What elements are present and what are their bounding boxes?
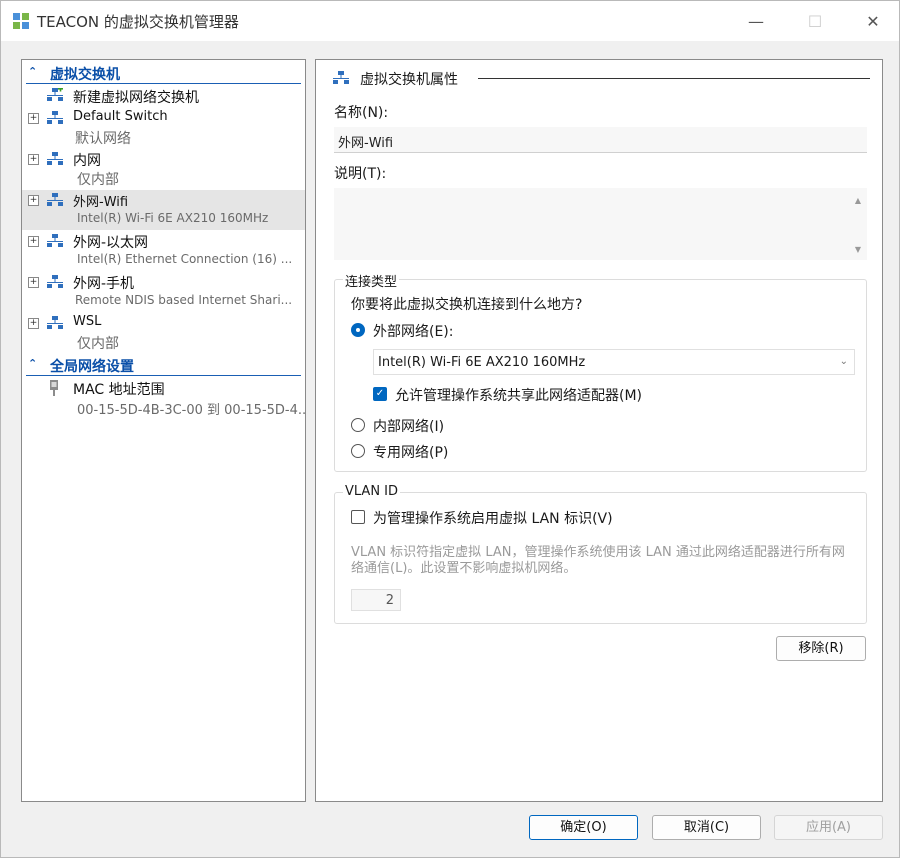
- ok-button[interactable]: 确定(O): [529, 815, 638, 840]
- maximize-button[interactable]: ☐: [803, 9, 827, 33]
- switch-item-wsl[interactable]: + WSL 仅内部: [22, 313, 305, 353]
- switch-subtitle: Intel(R) Wi-Fi 6E AX210 160MHz: [77, 211, 269, 225]
- network-switch-icon: [47, 111, 63, 124]
- name-label: 名称(N):: [334, 105, 389, 121]
- cancel-button[interactable]: 取消(C): [652, 815, 761, 840]
- switch-item-default[interactable]: + Default Switch 默认网络: [22, 108, 305, 148]
- private-network-label[interactable]: 专用网络(P): [373, 442, 448, 462]
- remove-button[interactable]: 移除(R): [776, 636, 866, 661]
- switch-name: 外网-以太网: [73, 235, 149, 251]
- vlan-group: VLAN ID 为管理操作系统启用虚拟 LAN 标识(V) VLAN 标识符指定…: [334, 484, 867, 624]
- global-settings-header[interactable]: ⌃ 全局网络设置: [26, 355, 301, 376]
- collapse-chevron-icon[interactable]: ⌃: [28, 65, 37, 78]
- expand-icon[interactable]: +: [28, 277, 39, 288]
- switch-subtitle: Intel(R) Ethernet Connection (16) ...: [77, 252, 293, 266]
- vlan-id-input[interactable]: 2: [351, 589, 401, 611]
- scroll-up-icon[interactable]: ▲: [855, 196, 861, 205]
- internal-network-radio[interactable]: [351, 418, 365, 432]
- window: TEACON 的虚拟交换机管理器 — ☐ ✕ ⌃ 虚拟交换机 新建虚拟网络交换机…: [0, 0, 900, 858]
- adapter-select[interactable]: Intel(R) Wi-Fi 6E AX210 160MHz ⌄: [373, 349, 855, 375]
- allow-share-checkbox[interactable]: ✓: [373, 387, 387, 401]
- virtual-switches-header[interactable]: ⌃ 虚拟交换机: [26, 63, 301, 84]
- window-title: TEACON 的虚拟交换机管理器: [37, 13, 239, 31]
- connection-type-title: 连接类型: [343, 271, 400, 290]
- title-bar: TEACON 的虚拟交换机管理器 — ☐ ✕: [1, 1, 899, 41]
- switch-subtitle: Remote NDIS based Internet Shari...: [75, 293, 293, 307]
- description-label: 说明(T):: [334, 166, 387, 182]
- switch-subtitle: 仅内部: [77, 172, 119, 188]
- switch-name: 内网: [73, 153, 101, 169]
- collapse-chevron-icon[interactable]: ⌃: [28, 357, 37, 370]
- network-switch-icon: [47, 152, 63, 165]
- vlan-enable-label[interactable]: 为管理操作系统启用虚拟 LAN 标识(V): [373, 508, 613, 528]
- expand-icon[interactable]: +: [28, 113, 39, 124]
- network-switch-icon: [47, 234, 63, 247]
- network-switch-icon: [47, 275, 63, 288]
- expand-icon[interactable]: +: [28, 195, 39, 206]
- scroll-down-icon[interactable]: ▼: [855, 245, 861, 254]
- vlan-enable-checkbox[interactable]: [351, 510, 365, 524]
- private-network-radio[interactable]: [351, 444, 365, 458]
- vlan-description: VLAN 标识符指定虚拟 LAN，管理操作系统使用该 LAN 通过此网络适配器进…: [351, 545, 845, 576]
- external-network-label[interactable]: 外部网络(E):: [373, 321, 454, 341]
- mac-range-label: MAC 地址范围: [73, 382, 165, 398]
- allow-share-label[interactable]: 允许管理操作系统共享此网络适配器(M): [395, 385, 642, 405]
- properties-header: 虚拟交换机属性: [332, 68, 870, 88]
- switch-name: Default Switch: [73, 109, 168, 124]
- new-switch-label: 新建虚拟网络交换机: [73, 90, 199, 106]
- header-divider: [478, 78, 870, 79]
- external-network-radio[interactable]: [351, 323, 365, 337]
- switch-tree: ⌃ 虚拟交换机 新建虚拟网络交换机 + Default Switch 默认网络: [21, 59, 306, 802]
- switch-item-wifi[interactable]: + 外网-Wifi Intel(R) Wi-Fi 6E AX210 160MHz: [22, 190, 305, 230]
- connection-type-group: 连接类型 你要将此虚拟交换机连接到什么地方? 外部网络(E): Intel(R)…: [334, 271, 867, 472]
- mac-range-item[interactable]: MAC 地址范围 00-15-5D-4B-3C-00 到 00-15-5D-4.…: [22, 378, 305, 418]
- switch-manager-icon: [13, 13, 29, 29]
- adapter-value: Intel(R) Wi-Fi 6E AX210 160MHz: [378, 355, 586, 370]
- minimize-button[interactable]: —: [744, 9, 768, 33]
- expand-icon[interactable]: +: [28, 154, 39, 165]
- close-button[interactable]: ✕: [861, 9, 885, 33]
- apply-button[interactable]: 应用(A): [774, 815, 883, 840]
- network-switch-icon: [333, 71, 349, 84]
- network-switch-icon: [47, 193, 63, 206]
- properties-pane: 虚拟交换机属性 名称(N): 外网-Wifi 说明(T): ▲ ▼ 连接类型 你…: [315, 59, 883, 802]
- network-adapter-icon: [50, 380, 58, 396]
- switch-name: 外网-Wifi: [73, 195, 129, 210]
- properties-title: 虚拟交换机属性: [360, 72, 458, 88]
- switch-subtitle: 仅内部: [77, 336, 119, 352]
- chevron-down-icon: ⌄: [839, 356, 848, 367]
- add-network-icon: [47, 88, 63, 101]
- expand-icon[interactable]: +: [28, 318, 39, 329]
- internal-network-label[interactable]: 内部网络(I): [373, 416, 444, 436]
- switch-item-ethernet[interactable]: + 外网-以太网 Intel(R) Ethernet Connection (1…: [22, 231, 305, 271]
- switch-item-phone[interactable]: + 外网-手机 Remote NDIS based Internet Shari…: [22, 272, 305, 312]
- switch-name: WSL: [73, 314, 102, 329]
- mac-range-value: 00-15-5D-4B-3C-00 到 00-15-5D-4...: [77, 403, 306, 418]
- switch-name: 外网-手机: [73, 276, 135, 292]
- description-input[interactable]: ▲ ▼: [334, 188, 867, 260]
- name-input[interactable]: 外网-Wifi: [334, 127, 867, 153]
- vlan-title: VLAN ID: [343, 484, 401, 499]
- expand-icon[interactable]: +: [28, 236, 39, 247]
- switch-subtitle: 默认网络: [75, 131, 131, 147]
- new-switch-item[interactable]: 新建虚拟网络交换机: [22, 86, 305, 106]
- network-switch-icon: [47, 316, 63, 329]
- switch-item-internal[interactable]: + 内网 仅内部: [22, 149, 305, 189]
- connection-question: 你要将此虚拟交换机连接到什么地方?: [351, 297, 583, 313]
